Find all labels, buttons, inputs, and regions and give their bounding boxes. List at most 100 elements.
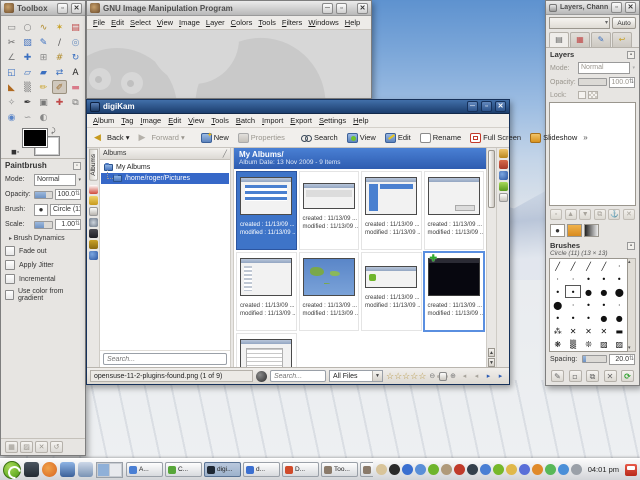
smudge-tool-button[interactable]: ∽	[20, 110, 35, 124]
digikam-titlebar[interactable]: digiKam ─ ▫ ✕	[87, 100, 509, 114]
image-select-combo[interactable]	[549, 17, 610, 29]
shade-button[interactable]: ▫	[57, 3, 68, 14]
brush-preview[interactable]: •	[612, 272, 627, 285]
brush-preview[interactable]: ✕	[565, 324, 580, 337]
thumbnail-item[interactable]: created : 11/13/09 ...modified : 11/13/0…	[361, 252, 422, 331]
quick-launch-computer-icon[interactable]	[78, 462, 93, 477]
tray-icon-6[interactable]	[441, 464, 452, 475]
rectangle-select-tool-button[interactable]: ▭	[4, 20, 19, 34]
taskbar-task-c-[interactable]: C...	[165, 462, 202, 477]
file-filter-combo[interactable]: All Files ▼	[329, 370, 383, 382]
zoom-in-icon[interactable]: ⊕	[450, 372, 456, 380]
raise-layer-button[interactable]: ▲	[565, 209, 577, 220]
thumbnail-item[interactable]: ✚created : 11/13/09 ...modified : 11/13/…	[423, 251, 486, 332]
last-item-icon[interactable]: ▸	[495, 371, 506, 382]
perspective-tool-button[interactable]: ▰	[36, 65, 51, 79]
map-search-tab-icon[interactable]	[89, 240, 98, 249]
brush-preview[interactable]: ●	[596, 285, 611, 298]
gimp-titlebar[interactable]: GNU Image Manipulation Program ─ ▫ ✕	[87, 1, 371, 16]
brush-preview[interactable]: ▨	[596, 337, 611, 350]
ink-tool-button[interactable]: ✒	[20, 95, 35, 109]
dodge-burn-tool-button[interactable]: ◐	[36, 110, 51, 124]
digikam-menu-view[interactable]: View	[188, 116, 204, 125]
brush-preview[interactable]: •	[581, 298, 596, 311]
quick-launch-firefox-icon[interactable]	[42, 462, 57, 477]
brush-preview[interactable]: ⁂	[550, 324, 565, 337]
zoom-tool-button[interactable]: ◎	[68, 35, 83, 49]
zoom-out-icon[interactable]: ⊖	[429, 372, 435, 380]
brushes-scrollbar[interactable]	[628, 258, 636, 352]
thumbnail-item[interactable]: created : 11/13/09 ...modified : 11/13/0…	[361, 171, 422, 250]
use-color-from-gradient-checkbox[interactable]: Use color from gradient	[1, 286, 85, 304]
brush-preview[interactable]: ✕	[596, 324, 611, 337]
tree-item-pictures[interactable]: /home/roger/Pictures	[101, 173, 229, 184]
restore-options-button[interactable]: ▨	[20, 441, 33, 453]
close-button[interactable]: ✕	[71, 3, 82, 14]
digikam-menu-album[interactable]: Album	[93, 116, 114, 125]
brush-preview[interactable]: ●	[596, 311, 611, 324]
toolbar-forward-button[interactable]: Forward▾	[135, 132, 187, 144]
tree-item-my-albums[interactable]: My Albums	[101, 162, 229, 173]
tags-tab-icon[interactable]	[89, 196, 98, 205]
menu-icon[interactable]: ▪	[627, 242, 635, 250]
brush-select[interactable]: Circle (11)	[50, 204, 81, 216]
channels-tab-icon[interactable]: ▦	[570, 32, 590, 47]
tray-icon-14[interactable]	[545, 464, 556, 475]
toolbar-edit-button[interactable]: Edit	[382, 132, 414, 144]
brush-preview[interactable]: ·	[612, 259, 627, 272]
desktop-pager[interactable]	[96, 462, 123, 478]
fuzzy-search-tab-icon[interactable]	[89, 229, 98, 238]
albums-panel-header[interactable]: Albums ╱	[100, 148, 230, 160]
paths-tool-button[interactable]: ✎	[36, 35, 51, 49]
detach-icon[interactable]: ▫	[73, 162, 81, 170]
spacing-slider[interactable]	[582, 355, 607, 363]
taskbar-task-too-[interactable]: Too...	[321, 462, 358, 477]
digikam-menu-tools[interactable]: Tools	[211, 116, 229, 125]
quick-launch-mail-icon[interactable]	[60, 462, 75, 477]
brush-preview[interactable]: •	[596, 272, 611, 285]
taskbar-task-d-[interactable]: D...	[282, 462, 319, 477]
spacing-value[interactable]: 20.0	[609, 354, 635, 365]
colors-tab-icon[interactable]	[499, 182, 508, 191]
minimize-button[interactable]: ─	[467, 101, 478, 112]
tray-icon-2[interactable]	[389, 464, 400, 475]
star-icon[interactable]: ☆	[402, 371, 410, 382]
brush-preview[interactable]: •	[581, 311, 596, 324]
zoom-slider[interactable]	[437, 375, 448, 378]
toolbar-rename-button[interactable]: Rename	[417, 132, 464, 144]
tray-icon-7[interactable]	[454, 464, 465, 475]
toolbar-new-button[interactable]: New	[198, 132, 232, 144]
brush-preview[interactable]: ▨	[612, 337, 627, 350]
maximize-button[interactable]: ▫	[481, 101, 492, 112]
layers-titlebar[interactable]: Layers, Channels, Pa ▫ ✕	[546, 1, 639, 15]
new-brush-button[interactable]: ▫	[569, 370, 582, 382]
gimp-menu-edit[interactable]: Edit	[111, 18, 124, 27]
gimp-menu-colors[interactable]: Colors	[231, 18, 253, 27]
toolbar-search-button[interactable]: Search	[298, 132, 341, 144]
klipper-tray-icon[interactable]	[625, 464, 637, 476]
thumbnail-item[interactable]: created : 11/13/09 ...modified : 11/13/0…	[299, 171, 360, 250]
brushes-dock-icon[interactable]: ●	[550, 224, 565, 237]
apply-jitter-checkbox[interactable]: Apply Jitter	[1, 258, 85, 272]
thumbnail-item[interactable]: created : 11/13/09 ...modified : 11/13/0…	[236, 333, 297, 367]
align-tool-button[interactable]: ⊞	[36, 50, 51, 64]
default-colors-icon[interactable]: ◼▫	[11, 148, 19, 156]
foreground-select-tool-button[interactable]: ▧	[20, 35, 35, 49]
vertical-scrollbar[interactable]: ▲ ▼	[486, 148, 496, 367]
gimp-menu-filters[interactable]: Filters	[282, 18, 302, 27]
toolbar-view-button[interactable]: View	[344, 132, 379, 144]
brush-preview[interactable]: •	[550, 311, 565, 324]
tray-icon-11[interactable]	[506, 464, 517, 475]
digikam-menu-settings[interactable]: Settings	[319, 116, 346, 125]
blend-tool-button[interactable]: ▒	[20, 80, 35, 94]
brush-preview[interactable]: •	[581, 272, 596, 285]
brush-preview[interactable]: ●	[581, 285, 596, 298]
edit-brush-button[interactable]: ✎	[551, 370, 564, 382]
scissors-select-tool-button[interactable]: ✂	[4, 35, 19, 49]
minimize-button[interactable]: ─	[322, 3, 333, 14]
fade-out-checkbox[interactable]: Fade out	[1, 244, 85, 258]
tab-albums[interactable]: Albums	[89, 149, 98, 181]
brush-preview[interactable]: ⬤	[550, 298, 565, 311]
brush-preview[interactable]: •	[565, 311, 580, 324]
lower-layer-button[interactable]: ▼	[579, 209, 591, 220]
